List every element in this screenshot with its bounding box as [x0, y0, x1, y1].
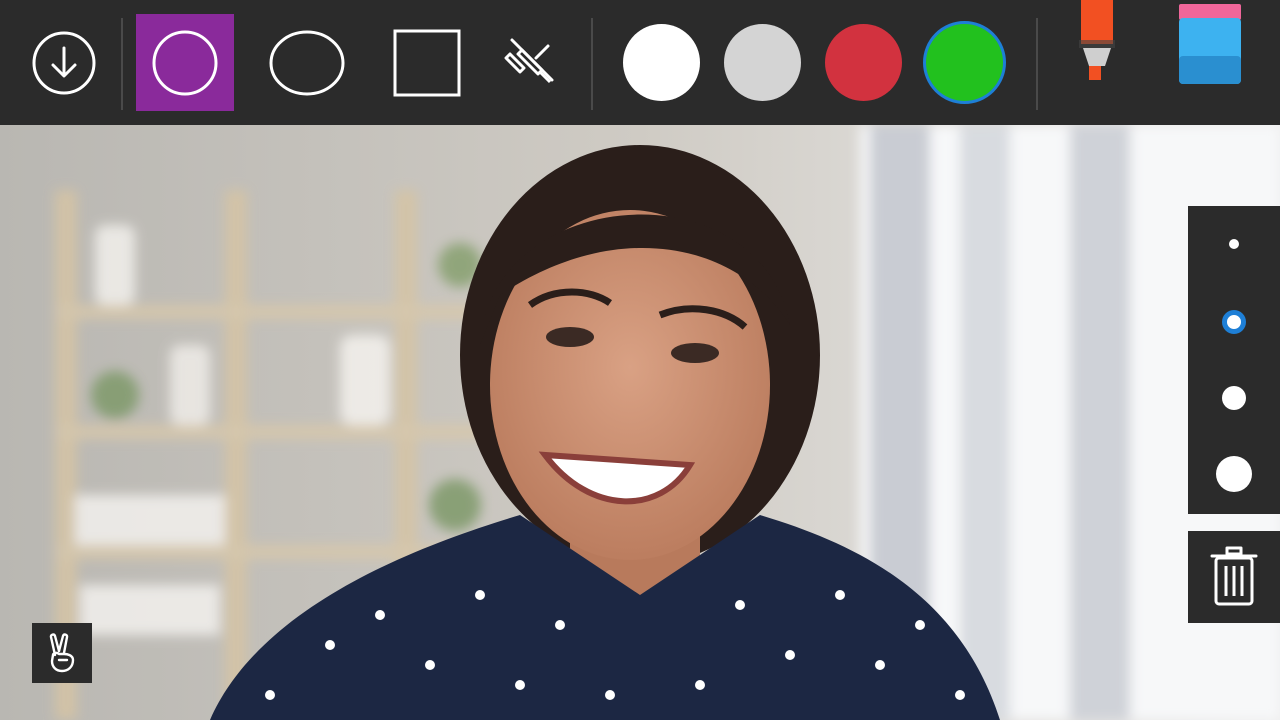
rectangle-tool-button[interactable]: [378, 14, 476, 111]
stroke-size-panel: [1188, 206, 1280, 514]
stroke-size-extra-small[interactable]: [1188, 214, 1280, 274]
pen-crossed-out-icon: [504, 38, 554, 83]
size-dot-icon: [1222, 386, 1246, 410]
toolbar-divider: [121, 18, 123, 110]
ellipse-outline-icon: [269, 30, 345, 95]
marker-tool-button[interactable]: [1062, 0, 1128, 90]
person-video-image: [0, 125, 1280, 720]
drawing-toolbar: [0, 0, 1280, 125]
stroke-size-large[interactable]: [1188, 444, 1280, 504]
stroke-size-medium[interactable]: [1188, 368, 1280, 428]
color-swatch-white[interactable]: [623, 24, 700, 101]
ellipse-tool-button[interactable]: [258, 14, 356, 111]
trash-icon: [1210, 546, 1258, 606]
size-dot-icon: [1216, 456, 1252, 492]
color-swatch-green[interactable]: [923, 21, 1006, 104]
video-feed[interactable]: [0, 125, 1280, 720]
toolbar-divider: [1036, 18, 1038, 110]
download-button[interactable]: [30, 29, 98, 97]
eraser-icon: [1179, 4, 1241, 84]
marker-icon: [1079, 0, 1115, 80]
stroke-size-small[interactable]: [1188, 292, 1280, 352]
color-swatch-red[interactable]: [825, 24, 902, 101]
download-circle-icon: [32, 31, 96, 95]
circle-outline-icon: [152, 30, 218, 95]
toolbar-divider: [591, 18, 593, 110]
clear-drawing-button[interactable]: [1188, 531, 1280, 623]
gesture-mode-button[interactable]: [32, 623, 92, 683]
color-swatch-light-gray[interactable]: [724, 24, 801, 101]
square-outline-icon: [393, 29, 461, 96]
eraser-tool-button[interactable]: [1166, 0, 1246, 90]
victory-hand-icon: [49, 633, 75, 673]
pen-off-tool-button[interactable]: [480, 14, 578, 111]
circle-tool-button[interactable]: [136, 14, 234, 111]
size-dot-icon: [1222, 310, 1246, 334]
size-dot-icon: [1229, 239, 1239, 249]
